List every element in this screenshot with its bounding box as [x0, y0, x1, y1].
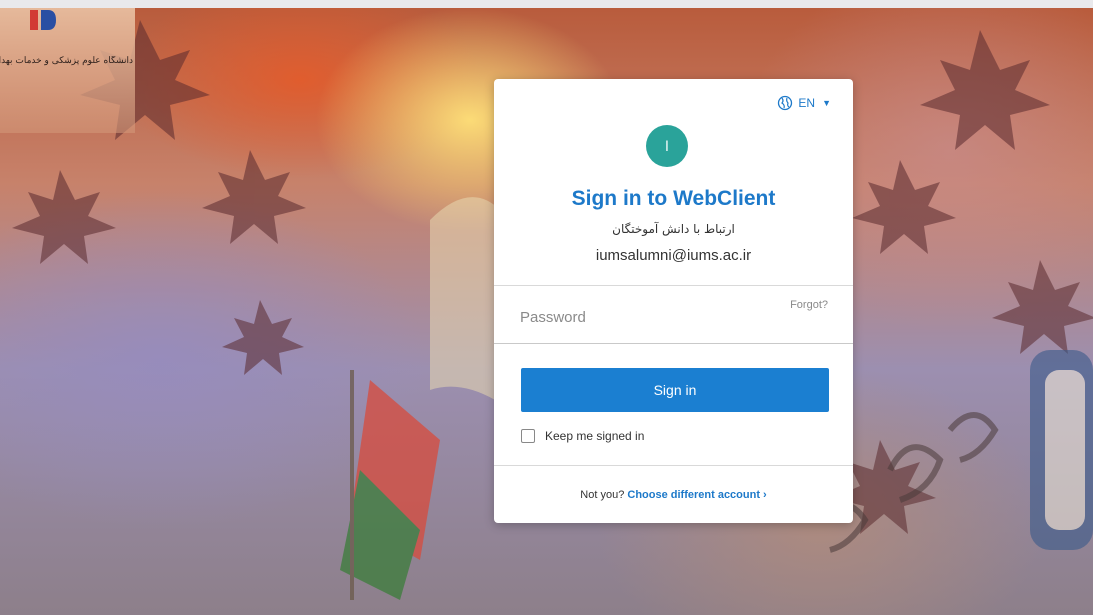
university-logo-icon — [30, 10, 56, 30]
account-footer: Not you? Choose different account › — [494, 489, 853, 501]
keep-signed-in-checkbox[interactable] — [521, 429, 535, 443]
divider — [494, 285, 853, 286]
account-email: iumsalumni@iums.ac.ir — [595, 247, 752, 264]
not-you-label: Not you? — [580, 489, 625, 501]
chevron-down-icon: ▼ — [822, 98, 831, 108]
university-logo-text: دانشگاه علوم پزشکی و خدمات بهداشتی درمان… — [0, 56, 133, 66]
avatar: ا — [646, 125, 688, 167]
password-underline — [494, 343, 853, 344]
background-photo: دانشگاه علوم پزشکی و خدمات بهداشتی درمان… — [0, 0, 1093, 615]
keep-signed-in-label: Keep me signed in — [545, 429, 645, 443]
university-logo: دانشگاه علوم پزشکی و خدمات بهداشتی درمان… — [0, 8, 135, 133]
password-input[interactable] — [520, 305, 810, 329]
choose-different-account-link[interactable]: Choose different account › — [627, 489, 766, 501]
account-display-name: ارتباط با دانش آموختگان — [612, 222, 735, 236]
signin-button[interactable]: Sign in — [521, 368, 829, 412]
page-title: Sign in to WebClient — [571, 187, 776, 210]
language-label: EN — [798, 96, 816, 110]
globe-icon — [778, 95, 793, 111]
language-selector[interactable]: EN ▼ — [777, 95, 831, 111]
keep-signed-in-toggle[interactable]: Keep me signed in — [521, 429, 644, 443]
forgot-password-link[interactable]: Forgot? — [790, 299, 828, 311]
divider — [494, 465, 853, 466]
signin-card: EN ▼ ا Sign in to WebClient ارتباط با دا… — [494, 79, 853, 523]
